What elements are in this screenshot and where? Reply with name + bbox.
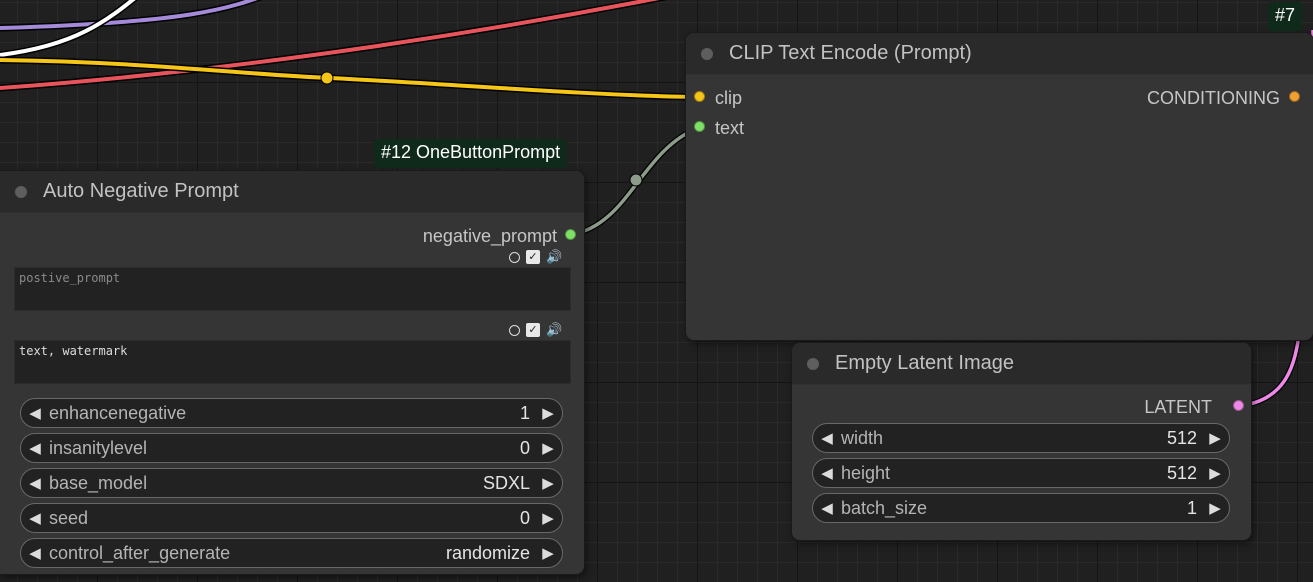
widget-seed[interactable]: ◀ seed 0 ▶ xyxy=(20,503,563,533)
node-title: CLIP Text Encode (Prompt) xyxy=(729,42,972,64)
widget-base-model[interactable]: ◀ base_model SDXL ▶ xyxy=(20,468,563,498)
increment-arrow-icon[interactable]: ▶ xyxy=(1201,429,1229,447)
increment-arrow-icon[interactable]: ▶ xyxy=(1201,464,1229,482)
link-clip-midpoint xyxy=(320,71,334,85)
widget-label: height xyxy=(841,462,891,483)
speaker-icon[interactable]: 🔊 xyxy=(546,250,562,264)
collapse-dot-icon[interactable] xyxy=(701,47,713,60)
input-label-clip: clip xyxy=(715,88,743,108)
next-arrow-icon[interactable]: ▶ xyxy=(534,474,562,492)
widget-label: seed xyxy=(49,507,89,528)
decrement-arrow-icon[interactable]: ◀ xyxy=(21,404,49,422)
collapse-dot-icon[interactable] xyxy=(807,357,819,370)
positive-prompt-textarea[interactable]: postive_prompt xyxy=(14,267,571,311)
node-header[interactable]: CLIP Text Encode (Prompt) xyxy=(686,33,1313,75)
previous-arrow-icon[interactable]: ◀ xyxy=(21,474,49,492)
node-title: Auto Negative Prompt xyxy=(43,180,239,202)
empty-latent-image-node[interactable]: Empty Latent Image LATENT ◀ width 512 ▶ … xyxy=(792,343,1251,540)
next-arrow-icon[interactable]: ▶ xyxy=(534,544,562,562)
checkbox-icon[interactable]: ✓ xyxy=(526,323,540,337)
node-header[interactable]: Auto Negative Prompt xyxy=(0,171,584,213)
link-string-midpoint xyxy=(629,173,643,187)
widget-enhancenegative[interactable]: ◀ enhancenegative 1 ▶ xyxy=(20,398,563,428)
radio-circle-icon[interactable] xyxy=(509,251,520,263)
widget-value: 0 xyxy=(519,437,530,458)
speaker-icon[interactable]: 🔊 xyxy=(546,323,562,337)
conditioning-output-port[interactable] xyxy=(1289,91,1300,102)
increment-arrow-icon[interactable]: ▶ xyxy=(534,439,562,457)
increment-arrow-icon[interactable]: ▶ xyxy=(1201,499,1229,517)
decrement-arrow-icon[interactable]: ◀ xyxy=(21,509,49,527)
widget-value: randomize xyxy=(445,542,530,563)
node-header[interactable]: Empty Latent Image xyxy=(792,343,1251,385)
decrement-arrow-icon[interactable]: ◀ xyxy=(21,439,49,457)
output-label-latent: LATENT xyxy=(1144,397,1212,417)
auto-negative-prompt-node[interactable]: Auto Negative Prompt negative_prompt ✓ 🔊… xyxy=(0,171,584,574)
node-badge-auto-negative: #12 OneButtonPrompt xyxy=(374,139,568,168)
input-label-text: text xyxy=(715,118,745,138)
output-label-negative-prompt: negative_prompt xyxy=(422,226,557,246)
widget-value: 0 xyxy=(519,507,530,528)
widget-label: base_model xyxy=(49,472,148,493)
text-input-port[interactable] xyxy=(694,121,705,132)
widget-width[interactable]: ◀ width 512 ▶ xyxy=(812,423,1230,453)
widget-label: control_after_generate xyxy=(49,542,231,563)
widget-value: SDXL xyxy=(482,472,530,493)
output-label-conditioning: CONDITIONING xyxy=(1147,88,1280,108)
widget-value: 1 xyxy=(1186,497,1197,518)
textarea-toolbar: ✓ 🔊 xyxy=(509,250,562,264)
widget-label: enhancenegative xyxy=(49,402,187,423)
widget-value: 1 xyxy=(519,402,530,423)
latent-output-port[interactable] xyxy=(1233,400,1244,411)
widget-label: insanitylevel xyxy=(49,437,148,458)
clip-text-encode-node[interactable]: CLIP Text Encode (Prompt) clip text COND… xyxy=(686,33,1313,340)
widget-control-after-generate[interactable]: ◀ control_after_generate randomize ▶ xyxy=(20,538,563,568)
widget-batch-size[interactable]: ◀ batch_size 1 ▶ xyxy=(812,493,1230,523)
decrement-arrow-icon[interactable]: ◀ xyxy=(813,499,841,517)
textarea-toolbar: ✓ 🔊 xyxy=(509,323,562,337)
widget-value: 512 xyxy=(1166,427,1197,448)
collapse-dot-icon[interactable] xyxy=(15,185,27,198)
previous-arrow-icon[interactable]: ◀ xyxy=(21,544,49,562)
negative-text-textarea[interactable]: text, watermark xyxy=(14,340,571,384)
decrement-arrow-icon[interactable]: ◀ xyxy=(813,429,841,447)
widget-label: width xyxy=(841,427,884,448)
link-red xyxy=(0,0,668,92)
negative-prompt-output-port[interactable] xyxy=(565,229,576,240)
radio-circle-icon[interactable] xyxy=(509,324,520,336)
widget-label: batch_size xyxy=(841,497,928,518)
clip-input-port[interactable] xyxy=(694,91,705,102)
widget-height[interactable]: ◀ height 512 ▶ xyxy=(812,458,1230,488)
decrement-arrow-icon[interactable]: ◀ xyxy=(813,464,841,482)
widget-insanitylevel[interactable]: ◀ insanitylevel 0 ▶ xyxy=(20,433,563,463)
node-badge-clip: #7 xyxy=(1268,2,1303,31)
increment-arrow-icon[interactable]: ▶ xyxy=(534,404,562,422)
node-title: Empty Latent Image xyxy=(835,352,1014,374)
checkbox-icon[interactable]: ✓ xyxy=(526,250,540,264)
increment-arrow-icon[interactable]: ▶ xyxy=(534,509,562,527)
widget-value: 512 xyxy=(1166,462,1197,483)
